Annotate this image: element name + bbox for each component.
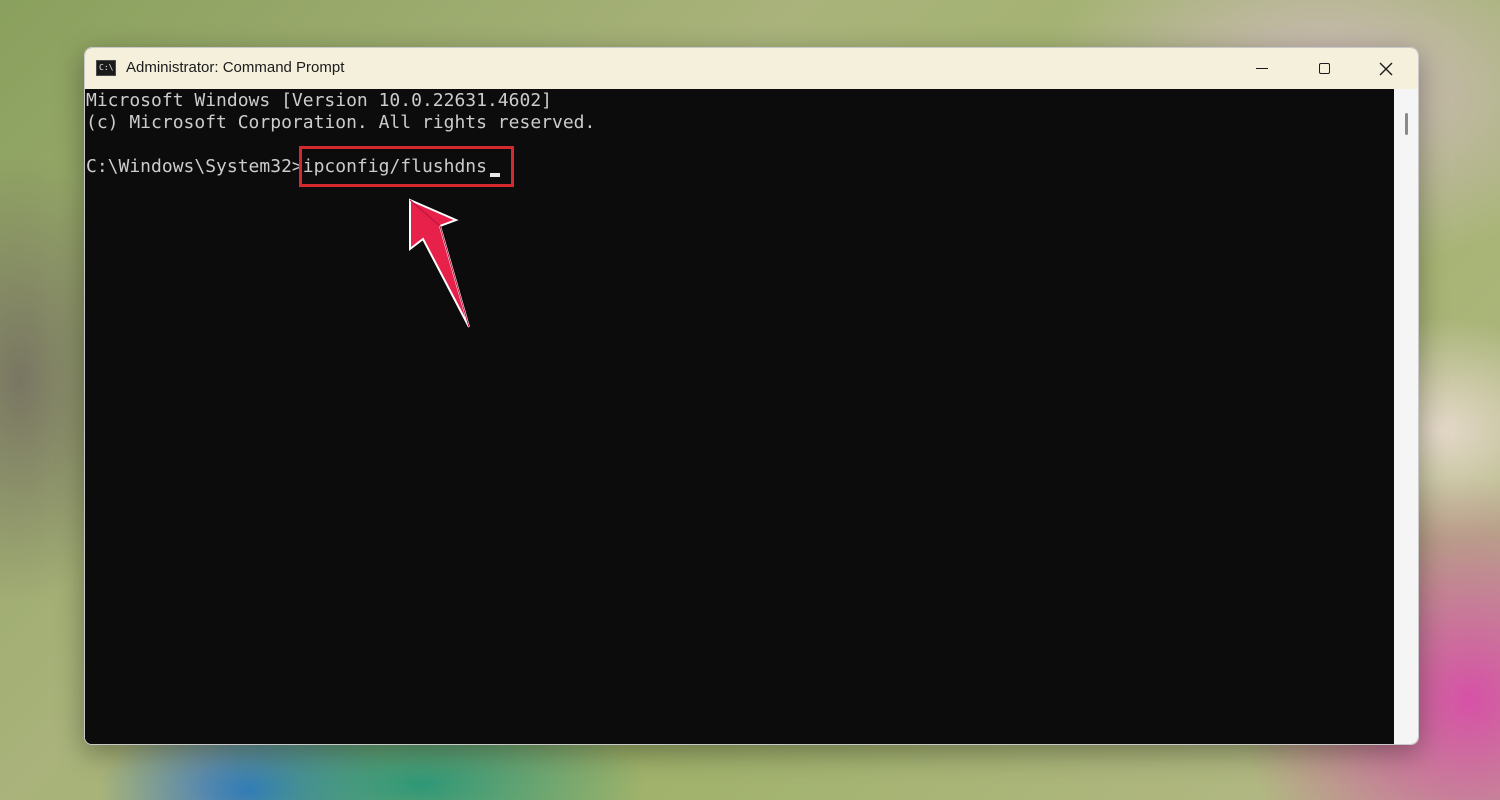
prompt-text: C:\Windows\System32> <box>86 156 303 177</box>
console-output[interactable]: Microsoft Windows [Version 10.0.22631.46… <box>85 89 1394 744</box>
minimize-button[interactable] <box>1231 48 1293 89</box>
version-line: Microsoft Windows [Version 10.0.22631.46… <box>86 90 552 111</box>
cmd-app-icon: C:\ <box>96 60 116 76</box>
annotation-arrow-icon <box>409 198 470 328</box>
scrollbar-thumb[interactable] <box>1405 113 1408 135</box>
copyright-line: (c) Microsoft Corporation. All rights re… <box>86 112 596 133</box>
command-prompt-window: C:\ Administrator: Command Prompt Micros… <box>84 47 1419 745</box>
window-title: Administrator: Command Prompt <box>126 59 345 76</box>
maximize-icon <box>1318 63 1330 74</box>
maximize-button[interactable] <box>1293 48 1355 89</box>
close-icon <box>1379 62 1393 75</box>
close-button[interactable] <box>1355 48 1417 89</box>
minimize-icon <box>1256 68 1268 69</box>
command-highlight-box <box>299 146 514 187</box>
title-bar[interactable]: C:\ Administrator: Command Prompt <box>85 48 1418 89</box>
vertical-scrollbar[interactable] <box>1394 89 1418 744</box>
